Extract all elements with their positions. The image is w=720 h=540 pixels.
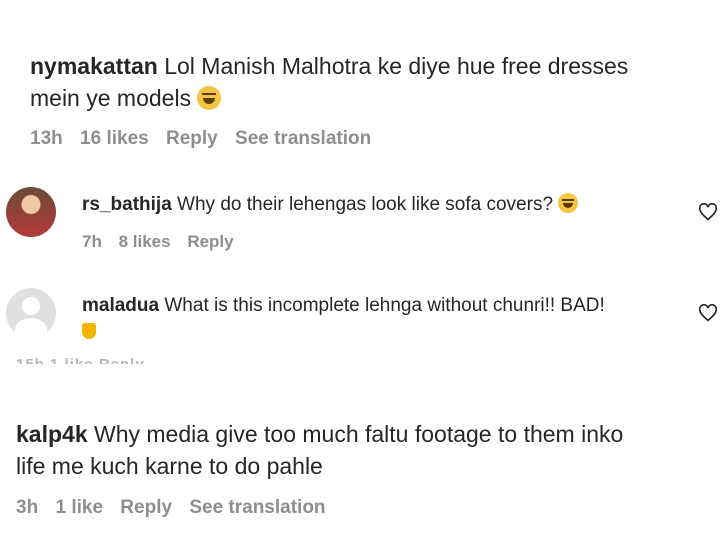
comment-meta: 3h 1 like Reply See translation: [16, 497, 338, 519]
comment-text: What is this incomplete lehnga without c…: [164, 295, 605, 316]
see-translation-button[interactable]: See translation: [235, 128, 371, 149]
reply-maladua: maladua What is this incomplete lehnga w…: [82, 292, 605, 348]
heart-icon[interactable]: [698, 304, 718, 322]
see-translation-button[interactable]: See translation: [189, 497, 325, 518]
timestamp: 13h: [30, 128, 63, 149]
heart-icon[interactable]: [698, 203, 718, 221]
reply-button[interactable]: Reply: [166, 128, 218, 149]
avatar[interactable]: [6, 187, 56, 237]
username[interactable]: rs_bathija: [82, 194, 172, 215]
comment-text: Why media give too much faltu footage to…: [94, 421, 624, 447]
likes-count[interactable]: 1 like: [55, 497, 103, 518]
reply-button[interactable]: Reply: [120, 497, 172, 518]
likes-count[interactable]: 8 likes: [119, 232, 171, 251]
clipped-meta: 15h 1 like Reply: [16, 356, 145, 364]
username[interactable]: nymakattan: [30, 53, 158, 79]
comment-text: Lol Manish Malhotra ke diye hue free dre…: [164, 53, 629, 79]
username[interactable]: kalp4k: [16, 421, 88, 447]
username[interactable]: maladua: [82, 295, 159, 316]
timestamp: 3h: [16, 497, 39, 518]
avatar[interactable]: [6, 288, 56, 338]
comment-kalp4k: kalp4k Why media give too much faltu foo…: [16, 418, 623, 482]
likes-count[interactable]: 16 likes: [80, 128, 149, 149]
timestamp: 7h: [82, 232, 102, 251]
comment-text-cont: life me kuch karne to do pahle: [16, 453, 323, 479]
comment-meta: 7h 8 likes Reply: [82, 232, 246, 252]
comment-meta: 13h 16 likes Reply See translation: [30, 128, 383, 150]
reply-rs-bathija: rs_bathija Why do their lehengas look li…: [82, 191, 579, 219]
face-with-tears-of-joy-icon: [197, 86, 222, 110]
reply-button[interactable]: Reply: [187, 232, 233, 251]
thumbs-down-icon: [82, 323, 96, 339]
comment-text: Why do their lehengas look like sofa cov…: [177, 194, 554, 215]
comment-nymakattan: nymakattan Lol Manish Malhotra ke diye h…: [30, 50, 628, 114]
comment-text-cont: mein ye models: [30, 85, 192, 111]
face-with-tears-of-joy-icon: [558, 193, 579, 213]
